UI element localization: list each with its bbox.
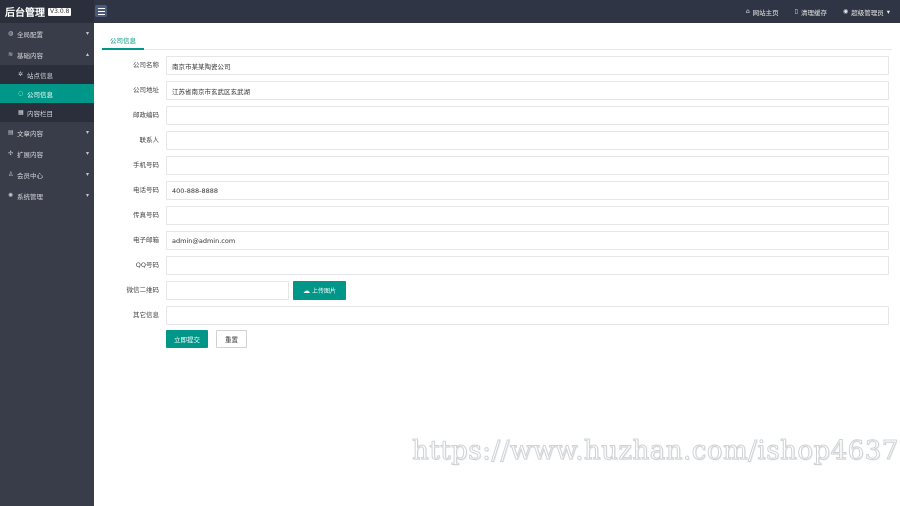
field-label: 微信二维码 bbox=[126, 286, 160, 294]
cloud-upload-icon: ☁ bbox=[302, 286, 310, 295]
sidebar-item-label: 扩展内容 bbox=[17, 150, 43, 159]
form-row-fax: 传真号码 bbox=[94, 205, 900, 225]
form-row-qq: QQ号码 bbox=[94, 255, 900, 275]
chevron-down-icon: ▾ bbox=[85, 129, 89, 136]
sidebar: ◍ 全局配置 ▾ ≋ 基础内容 ▴ ✲ 站点信息 ◌ 公司信息 ▦ 内容栏目 ▤… bbox=[0, 23, 94, 506]
wechat-qrcode-input[interactable] bbox=[166, 281, 289, 300]
sidebar-item-company-info[interactable]: ◌ 公司信息 bbox=[0, 84, 94, 103]
form-row-contact-person: 联系人 bbox=[94, 130, 900, 150]
sidebar-item-label: 基础内容 bbox=[17, 51, 43, 60]
home-link-label: 网站主页 bbox=[752, 8, 779, 17]
field-label: 传真号码 bbox=[133, 211, 159, 219]
fax-input[interactable] bbox=[166, 206, 889, 225]
form-row-mobile: 手机号码 bbox=[94, 155, 900, 175]
sidebar-item-extended-content[interactable]: ✣ 扩展内容 ▾ bbox=[0, 143, 94, 164]
chevron-up-icon: ▴ bbox=[85, 51, 89, 58]
sidebar-item-label: 系统管理 bbox=[17, 192, 43, 201]
sidebar-item-basic-content[interactable]: ≋ 基础内容 ▴ bbox=[0, 44, 94, 65]
chevron-down-icon: ▾ bbox=[85, 171, 89, 178]
app-title: 后台管理 bbox=[5, 8, 45, 19]
form-row-postal-code: 邮政编码 bbox=[94, 105, 900, 125]
form-row-wechat-qrcode: 微信二维码 ☁ 上传图片 bbox=[94, 280, 900, 300]
field-label: QQ号码 bbox=[135, 261, 159, 269]
trash-icon: ▯ bbox=[794, 8, 798, 15]
logo[interactable]: 后台管理 V3.0.8 bbox=[0, 0, 94, 23]
sidebar-item-article-content[interactable]: ▤ 文章内容 ▾ bbox=[0, 122, 94, 143]
qq-input[interactable] bbox=[166, 256, 889, 275]
home-link[interactable]: ⌂ 网站主页 bbox=[746, 7, 779, 17]
list-icon: ▦ bbox=[18, 109, 24, 116]
chevron-down-icon: ▾ bbox=[85, 150, 89, 157]
form-row-other-info: 其它信息 bbox=[94, 305, 900, 325]
sidebar-submenu: ✲ 站点信息 ◌ 公司信息 ▦ 内容栏目 bbox=[0, 65, 94, 122]
sidebar-item-label: 全局配置 bbox=[17, 30, 43, 39]
sidebar-item-label: 站点信息 bbox=[27, 71, 53, 80]
menu-toggle-button[interactable] bbox=[95, 5, 107, 17]
submit-button[interactable]: 立即提交 bbox=[166, 330, 208, 348]
hamburger-icon bbox=[97, 7, 105, 9]
phone-input[interactable] bbox=[166, 181, 889, 200]
home-icon: ⌂ bbox=[745, 8, 750, 15]
tab-bar: 公司信息 bbox=[102, 33, 892, 50]
mobile-input[interactable] bbox=[166, 156, 889, 175]
sidebar-item-system-management[interactable]: ✺ 系统管理 ▾ bbox=[0, 185, 94, 206]
other-info-input[interactable] bbox=[166, 306, 889, 325]
field-label: 公司名称 bbox=[133, 61, 159, 69]
reset-button[interactable]: 重置 bbox=[216, 330, 247, 348]
sidebar-item-content-columns[interactable]: ▦ 内容栏目 bbox=[0, 103, 94, 122]
file-icon: ▤ bbox=[8, 129, 14, 136]
sidebar-item-label: 文章内容 bbox=[17, 129, 43, 138]
field-label: 联系人 bbox=[139, 136, 160, 144]
clear-cache-label: 清理缓存 bbox=[800, 8, 827, 17]
sidebar-item-site-info[interactable]: ✲ 站点信息 bbox=[0, 65, 94, 84]
sidebar-item-member-center[interactable]: ♙ 会员中心 ▾ bbox=[0, 164, 94, 185]
sidebar-item-global-config[interactable]: ◍ 全局配置 ▾ bbox=[0, 23, 94, 44]
clear-cache-link[interactable]: ▯ 清理缓存 bbox=[795, 7, 827, 17]
member-icon: ♙ bbox=[8, 171, 14, 178]
layers-icon: ≋ bbox=[8, 51, 14, 58]
sidebar-item-label: 会员中心 bbox=[17, 171, 43, 180]
field-label: 邮政编码 bbox=[133, 111, 159, 119]
company-name-input[interactable] bbox=[166, 56, 889, 75]
company-address-input[interactable] bbox=[166, 81, 889, 100]
expand-icon: ✣ bbox=[8, 150, 14, 157]
system-icon: ✺ bbox=[8, 192, 14, 199]
field-label: 电子邮箱 bbox=[133, 236, 159, 244]
form-row-phone: 电话号码 bbox=[94, 180, 900, 200]
gear-icon: ◍ bbox=[8, 30, 14, 37]
chevron-down-icon: ▾ bbox=[85, 192, 89, 199]
admin-user-menu[interactable]: ◉ 超级管理员 ▾ bbox=[843, 7, 890, 17]
upload-image-label: 上传图片 bbox=[311, 288, 336, 295]
gear-icon: ✲ bbox=[18, 71, 24, 78]
field-label: 电话号码 bbox=[133, 186, 159, 194]
field-label: 公司地址 bbox=[133, 86, 159, 94]
contact-person-input[interactable] bbox=[166, 131, 889, 150]
top-bar: 后台管理 V3.0.8 ⌂ 网站主页 ▯ 清理缓存 ◉ 超级管理员 ▾ bbox=[0, 0, 900, 23]
main-content: 公司信息 公司名称 公司地址 邮政编码 联系人 手机号码 电话号码 传真号码 电… bbox=[94, 23, 900, 506]
chevron-down-icon: ▾ bbox=[886, 7, 890, 16]
form-row-company-name: 公司名称 bbox=[94, 55, 900, 75]
top-links: ⌂ 网站主页 ▯ 清理缓存 ◉ 超级管理员 ▾ bbox=[746, 0, 890, 23]
form-row-company-address: 公司地址 bbox=[94, 80, 900, 100]
sidebar-item-label: 公司信息 bbox=[27, 90, 53, 99]
email-input[interactable] bbox=[166, 231, 889, 250]
upload-image-button[interactable]: ☁ 上传图片 bbox=[293, 281, 346, 300]
sidebar-item-label: 内容栏目 bbox=[27, 109, 53, 118]
tab-company-info[interactable]: 公司信息 bbox=[102, 33, 144, 50]
user-icon: ◉ bbox=[842, 8, 849, 15]
field-label: 手机号码 bbox=[133, 161, 159, 169]
chevron-down-icon: ▾ bbox=[85, 30, 89, 37]
company-icon: ◌ bbox=[18, 90, 24, 97]
postal-code-input[interactable] bbox=[166, 106, 889, 125]
field-label: 其它信息 bbox=[133, 311, 159, 319]
form-row-email: 电子邮箱 bbox=[94, 230, 900, 250]
admin-user-label: 超级管理员 bbox=[851, 8, 884, 17]
watermark: https://www.huzhan.com/ishop46378 bbox=[412, 436, 900, 467]
version-badge: V3.0.8 bbox=[48, 7, 72, 16]
